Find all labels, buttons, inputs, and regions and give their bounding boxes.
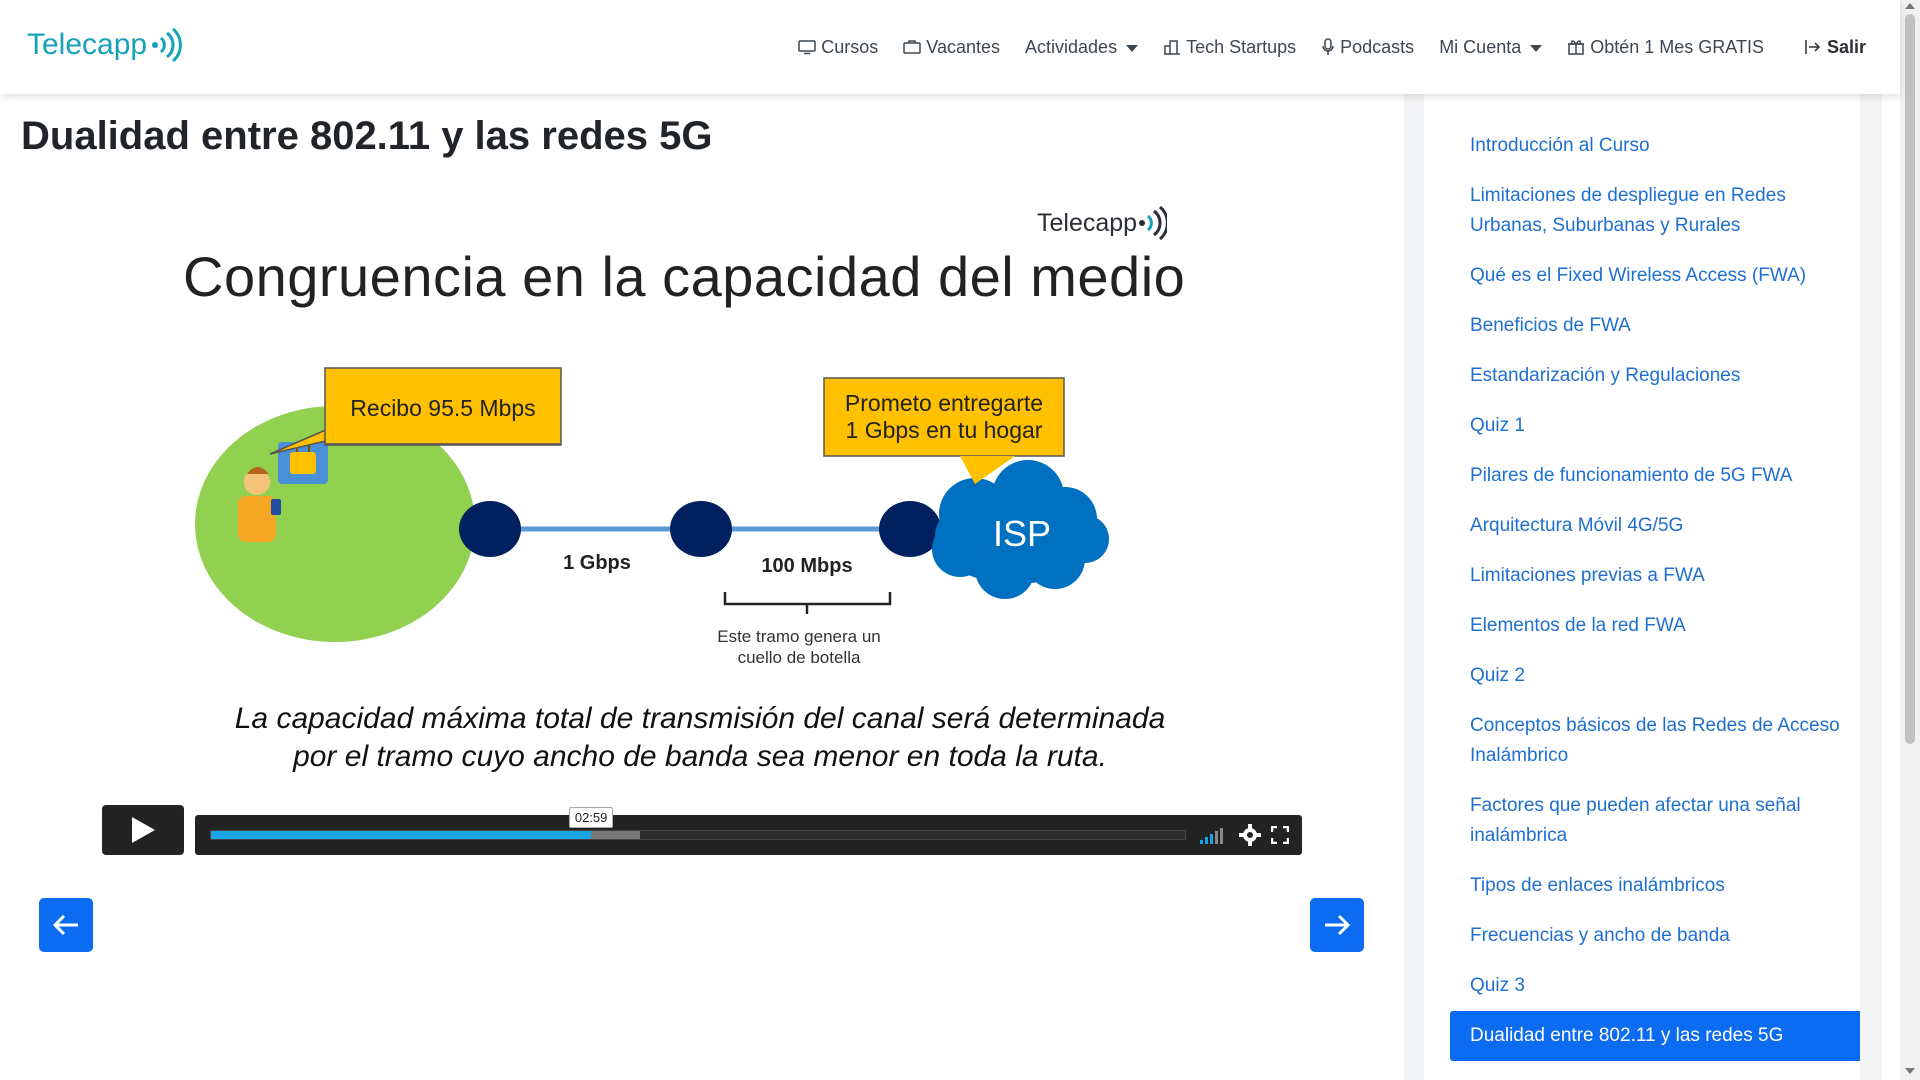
volume-icon[interactable] bbox=[1199, 826, 1229, 848]
brand-logo[interactable]: Telecapp bbox=[27, 28, 183, 62]
control-bar: 02:59 bbox=[195, 807, 1302, 855]
nav-label: Vacantes bbox=[926, 36, 1001, 57]
network-node-2 bbox=[670, 501, 732, 557]
lesson-item[interactable]: Qué es el Fixed Wireless Access (FWA) bbox=[1470, 261, 1840, 291]
lesson-item[interactable]: Quiz 2 bbox=[1470, 661, 1840, 691]
top-navbar: Telecapp Cursos Vacantes Actividades Tec… bbox=[0, 0, 1900, 94]
buildings-icon bbox=[1164, 40, 1181, 55]
settings-gear-icon[interactable] bbox=[1239, 824, 1261, 846]
monitor-icon bbox=[798, 40, 817, 55]
nav-vacantes[interactable]: Vacantes bbox=[903, 37, 1000, 58]
lesson-item[interactable]: Conceptos básicos de las Redes de Acceso… bbox=[1470, 711, 1840, 771]
page-scrollbar[interactable] bbox=[1900, 0, 1920, 1080]
next-lesson-button[interactable] bbox=[1310, 898, 1364, 952]
scroll-down-icon[interactable] bbox=[1905, 1068, 1915, 1074]
caption-line-1: La capacidad máxima total de transmisión… bbox=[234, 702, 1166, 735]
network-node-3 bbox=[879, 501, 941, 557]
gift-icon bbox=[1568, 40, 1585, 55]
brand-name: Telecapp bbox=[27, 28, 148, 61]
nav-label: Cursos bbox=[821, 36, 879, 57]
bottleneck-line-2: cuello de botella bbox=[738, 648, 861, 664]
nav-free-month[interactable]: Obtén 1 Mes GRATIS bbox=[1567, 37, 1764, 58]
lesson-item[interactable]: Pilares de funcionamiento de 5G FWA bbox=[1470, 461, 1840, 491]
nav-label: Mi Cuenta bbox=[1439, 36, 1522, 57]
network-node-1 bbox=[459, 501, 521, 557]
main-nav: Cursos Vacantes Actividades Tech Startup… bbox=[773, 0, 1866, 94]
nav-cursos[interactable]: Cursos bbox=[798, 37, 878, 58]
microphone-icon bbox=[1322, 38, 1334, 55]
previous-lesson-button[interactable] bbox=[39, 898, 93, 952]
link-2-label: 100 Mbps bbox=[761, 555, 852, 577]
nav-podcasts[interactable]: Podcasts bbox=[1321, 37, 1414, 58]
slide-caption: La capacidad máxima total de transmisión… bbox=[100, 700, 1300, 776]
arrow-left-icon bbox=[52, 914, 78, 936]
nav-label: Obtén 1 Mes GRATIS bbox=[1590, 36, 1764, 57]
nav-label: Actividades bbox=[1025, 36, 1118, 57]
time-tooltip: 02:59 bbox=[568, 807, 614, 828]
video-player: 02:59 bbox=[102, 805, 1302, 861]
caption-line-2: por el tramo cuyo ancho de banda sea men… bbox=[293, 740, 1107, 773]
nav-tech-startups[interactable]: Tech Startups bbox=[1163, 37, 1296, 58]
isp-label: ISP bbox=[993, 513, 1051, 554]
play-icon bbox=[132, 817, 155, 843]
bottleneck-line-1: Este tramo genera un bbox=[717, 627, 880, 646]
lesson-item[interactable]: Tipos de enlaces inalámbricos bbox=[1470, 871, 1840, 901]
page-title: Dualidad entre 802.11 y las redes 5G bbox=[21, 114, 713, 158]
lesson-item[interactable]: Quiz 1 bbox=[1470, 411, 1840, 441]
nav-label: Tech Startups bbox=[1186, 36, 1297, 57]
caret-down-icon bbox=[1530, 44, 1543, 52]
lesson-item[interactable]: Beneficios de FWA bbox=[1470, 311, 1840, 341]
bubble-left-text: Recibo 95.5 Mbps bbox=[350, 395, 535, 421]
scroll-up-icon[interactable] bbox=[1905, 3, 1915, 9]
nav-salir[interactable]: Salir bbox=[1804, 37, 1866, 58]
caret-down-icon bbox=[1126, 44, 1139, 52]
main-content: Dualidad entre 802.11 y las redes 5G Tel… bbox=[0, 94, 1404, 1080]
slide-logo: Telecapp bbox=[1037, 206, 1168, 240]
briefcase-icon bbox=[903, 40, 922, 54]
signal-waves-icon bbox=[1139, 206, 1168, 240]
signal-waves-icon bbox=[152, 28, 182, 62]
nav-label: Salir bbox=[1826, 36, 1866, 57]
scrollbar-thumb[interactable] bbox=[1905, 14, 1915, 744]
buffered-bar bbox=[590, 831, 640, 839]
lesson-item[interactable]: Introducción al Curso bbox=[1470, 131, 1840, 161]
lesson-item[interactable]: Limitaciones previas a FWA bbox=[1470, 561, 1840, 591]
slide-heading: Congruencia en la capacidad del medio bbox=[183, 245, 1186, 308]
network-diagram: Recibo 95.5 Mbps 1 Gbps 100 Mbps Este tr… bbox=[195, 367, 1109, 664]
nav-label: Podcasts bbox=[1340, 36, 1415, 57]
slide-logo-text: Telecapp bbox=[1037, 208, 1138, 237]
lesson-item[interactable]: Estandarización y Regulaciones bbox=[1470, 361, 1840, 391]
progress-bar[interactable]: 02:59 bbox=[210, 807, 1186, 840]
lesson-list: Introducción al Curso Limitaciones de de… bbox=[1424, 94, 1860, 1080]
lesson-item-active[interactable]: Dualidad entre 802.11 y las redes 5G bbox=[1450, 1011, 1860, 1061]
lesson-item[interactable]: Elementos de la red FWA bbox=[1470, 611, 1840, 641]
lesson-item[interactable]: Limitaciones de despliegue en Redes Urba… bbox=[1470, 181, 1840, 241]
nav-actividades[interactable]: Actividades bbox=[1025, 36, 1139, 58]
fullscreen-icon[interactable] bbox=[1271, 826, 1289, 844]
arrow-right-icon bbox=[1325, 914, 1351, 936]
lesson-sidebar: Introducción al Curso Limitaciones de de… bbox=[1404, 94, 1882, 1080]
link-1-label: 1 Gbps bbox=[563, 552, 631, 574]
bubble-right-line-1: Prometo entregarte bbox=[845, 390, 1043, 416]
logout-icon bbox=[1805, 40, 1821, 54]
lesson-item[interactable]: Arquitectura Móvil 4G/5G bbox=[1470, 511, 1840, 541]
bottleneck-bracket bbox=[723, 592, 892, 614]
play-button[interactable] bbox=[102, 805, 184, 855]
lesson-item[interactable]: Quiz 3 bbox=[1470, 971, 1840, 1001]
lesson-item[interactable]: Factores que pueden afectar una señal in… bbox=[1470, 791, 1840, 851]
progress-fill bbox=[211, 831, 591, 839]
bubble-right-line-2: 1 Gbps en tu hogar bbox=[846, 417, 1043, 443]
lesson-item[interactable]: Frecuencias y ancho de banda bbox=[1470, 921, 1840, 951]
nav-mi-cuenta[interactable]: Mi Cuenta bbox=[1439, 36, 1543, 58]
